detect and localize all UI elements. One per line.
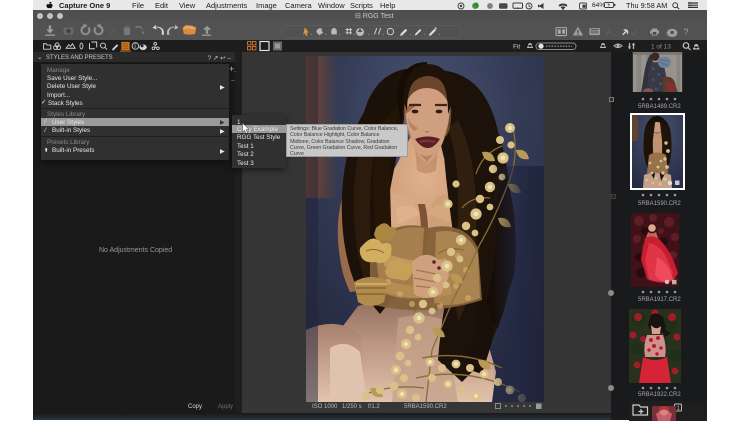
svg-text:1 of 13: 1 of 13 [651, 44, 671, 51]
svg-text:i: i [134, 43, 135, 50]
svg-text:A: A [606, 27, 612, 37]
svg-text:Fit: Fit [513, 44, 520, 51]
svg-text:?: ? [684, 27, 689, 37]
